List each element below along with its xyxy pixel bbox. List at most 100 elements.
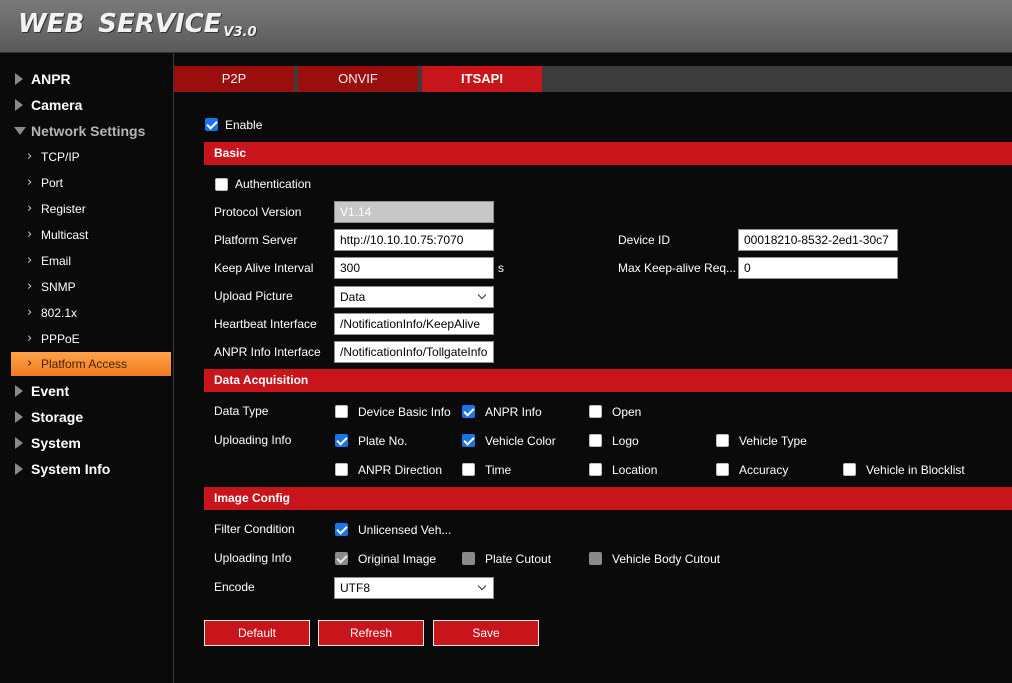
device-id-label: Device ID xyxy=(618,233,671,247)
sidebar-sub-snmp[interactable]: › SNMP xyxy=(11,275,171,299)
original-image-checkbox[interactable] xyxy=(335,552,348,565)
sidebar-sub-tcpip[interactable]: › TCP/IP xyxy=(11,145,171,169)
heartbeat-field[interactable]: /NotificationInfo/KeepAlive xyxy=(334,313,494,335)
vehicle-type-label: Vehicle Type xyxy=(739,434,807,448)
brand-word-service: SERVICE xyxy=(98,9,222,39)
time-checkbox[interactable] xyxy=(462,463,475,476)
sidebar-sub-label: TCP/IP xyxy=(41,150,80,164)
open-checkbox[interactable] xyxy=(589,405,602,418)
chevron-right-icon: › xyxy=(27,253,33,268)
save-button[interactable]: Save xyxy=(433,620,539,646)
sidebar-item-anpr[interactable]: ANPR xyxy=(0,66,174,92)
chevron-right-icon: › xyxy=(27,331,33,346)
plate-no-label: Plate No. xyxy=(358,434,408,448)
caret-right-icon xyxy=(15,411,23,423)
device-basic-info-checkbox[interactable] xyxy=(335,405,348,418)
plate-no-checkbox[interactable] xyxy=(335,434,348,447)
enable-checkbox[interactable] xyxy=(205,118,218,131)
brand-version: V3.0 xyxy=(223,25,257,40)
accuracy-checkbox[interactable] xyxy=(716,463,729,476)
sidebar-item-storage[interactable]: Storage xyxy=(0,404,174,430)
image-uploading-info-label: Uploading Info xyxy=(214,551,292,565)
chevron-right-icon: › xyxy=(27,305,33,320)
chevron-right-icon: › xyxy=(27,201,33,216)
upload-picture-select[interactable]: Data xyxy=(334,286,494,308)
data-type-label: Data Type xyxy=(214,404,269,418)
location-checkbox[interactable] xyxy=(589,463,602,476)
sidebar-item-system[interactable]: System xyxy=(0,430,174,456)
encode-select[interactable]: UTF8 xyxy=(334,577,494,599)
sidebar-sub-pppoe[interactable]: › PPPoE xyxy=(11,327,171,351)
vehicle-type-checkbox[interactable] xyxy=(716,434,729,447)
sidebar-sub-port[interactable]: › Port xyxy=(11,171,171,195)
vehicle-color-checkbox[interactable] xyxy=(462,434,475,447)
accuracy-label: Accuracy xyxy=(739,463,789,477)
sidebar-item-event[interactable]: Event xyxy=(0,378,174,404)
tab-bar: P2P ONVIF ITSAPI xyxy=(174,66,1012,92)
anpr-info-checkbox[interactable] xyxy=(462,405,475,418)
sidebar-sub-email[interactable]: › Email xyxy=(11,249,171,273)
authentication-label: Authentication xyxy=(235,177,312,191)
keep-alive-field[interactable]: 300 xyxy=(334,257,494,279)
unlicensed-vehicle-checkbox[interactable] xyxy=(335,523,348,536)
content-panel: Enable Basic Authentication Protocol Ver… xyxy=(174,92,1012,683)
vehicle-in-blocklist-checkbox[interactable] xyxy=(843,463,856,476)
tab-p2p[interactable]: P2P xyxy=(174,66,294,92)
anpr-info-interface-field[interactable]: /NotificationInfo/TollgateInfo xyxy=(334,341,494,363)
logo-checkbox[interactable] xyxy=(589,434,602,447)
original-image-label: Original Image xyxy=(358,552,437,566)
caret-right-icon xyxy=(15,385,23,397)
sidebar-sub-label: PPPoE xyxy=(41,332,80,346)
default-button[interactable]: Default xyxy=(204,620,310,646)
sidebar-item-label: Event xyxy=(31,383,70,399)
refresh-button[interactable]: Refresh xyxy=(318,620,424,646)
tab-onvif[interactable]: ONVIF xyxy=(298,66,418,92)
max-keepalive-field[interactable]: 0 xyxy=(738,257,898,279)
section-image-config: Image Config xyxy=(204,487,1012,510)
brand-word-web: WEB xyxy=(18,9,85,39)
encode-label: Encode xyxy=(214,580,255,594)
caret-right-icon xyxy=(15,99,23,111)
authentication-checkbox[interactable] xyxy=(215,178,228,191)
anpr-info-label: ANPR Info xyxy=(485,405,542,419)
sidebar-item-label: ANPR xyxy=(31,71,71,87)
caret-right-icon xyxy=(15,437,23,449)
sidebar-item-system-info[interactable]: System Info xyxy=(0,456,174,482)
chevron-down-icon xyxy=(477,581,487,591)
platform-server-label: Platform Server xyxy=(214,233,298,247)
sidebar-sub-platform-access[interactable]: › Platform Access xyxy=(11,352,171,376)
platform-server-field[interactable]: http://10.10.10.75:7070 xyxy=(334,229,494,251)
device-basic-info-label: Device Basic Info xyxy=(358,405,451,419)
section-basic: Basic xyxy=(204,142,1012,165)
sidebar-sub-8021x[interactable]: › 802.1x xyxy=(11,301,171,325)
caret-right-icon xyxy=(15,463,23,475)
caret-down-icon xyxy=(14,127,26,135)
sidebar-sub-label: SNMP xyxy=(41,280,76,294)
top-header: WEB SERVICE V3.0 xyxy=(0,0,1012,53)
chevron-right-icon: › xyxy=(27,356,33,371)
upload-picture-value: Data xyxy=(340,290,366,304)
sidebar-sub-multicast[interactable]: › Multicast xyxy=(11,223,171,247)
sidebar-item-camera[interactable]: Camera xyxy=(0,92,174,118)
tab-itsapi[interactable]: ITSAPI xyxy=(422,66,542,92)
sidebar-sub-register[interactable]: › Register xyxy=(11,197,171,221)
sidebar-sub-label: Port xyxy=(41,176,64,190)
anpr-direction-checkbox[interactable] xyxy=(335,463,348,476)
caret-right-icon xyxy=(15,73,23,85)
sidebar-item-label: System Info xyxy=(31,461,111,477)
time-label: Time xyxy=(485,463,512,477)
enable-label: Enable xyxy=(225,118,263,132)
vehicle-body-cutout-checkbox[interactable] xyxy=(589,552,602,565)
protocol-version-label: Protocol Version xyxy=(214,205,302,219)
open-label: Open xyxy=(612,405,642,419)
encode-value: UTF8 xyxy=(340,581,370,595)
filter-condition-label: Filter Condition xyxy=(214,522,295,536)
location-label: Location xyxy=(612,463,658,477)
sidebar-item-network-settings[interactable]: Network Settings xyxy=(0,118,174,144)
plate-cutout-checkbox[interactable] xyxy=(462,552,475,565)
uploading-info-label: Uploading Info xyxy=(214,433,292,447)
chevron-down-icon xyxy=(477,290,487,300)
plate-cutout-label: Plate Cutout xyxy=(485,552,552,566)
device-id-field[interactable]: 00018210-8532-2ed1-30c7 xyxy=(738,229,898,251)
sidebar-sub-label: Email xyxy=(41,254,72,268)
